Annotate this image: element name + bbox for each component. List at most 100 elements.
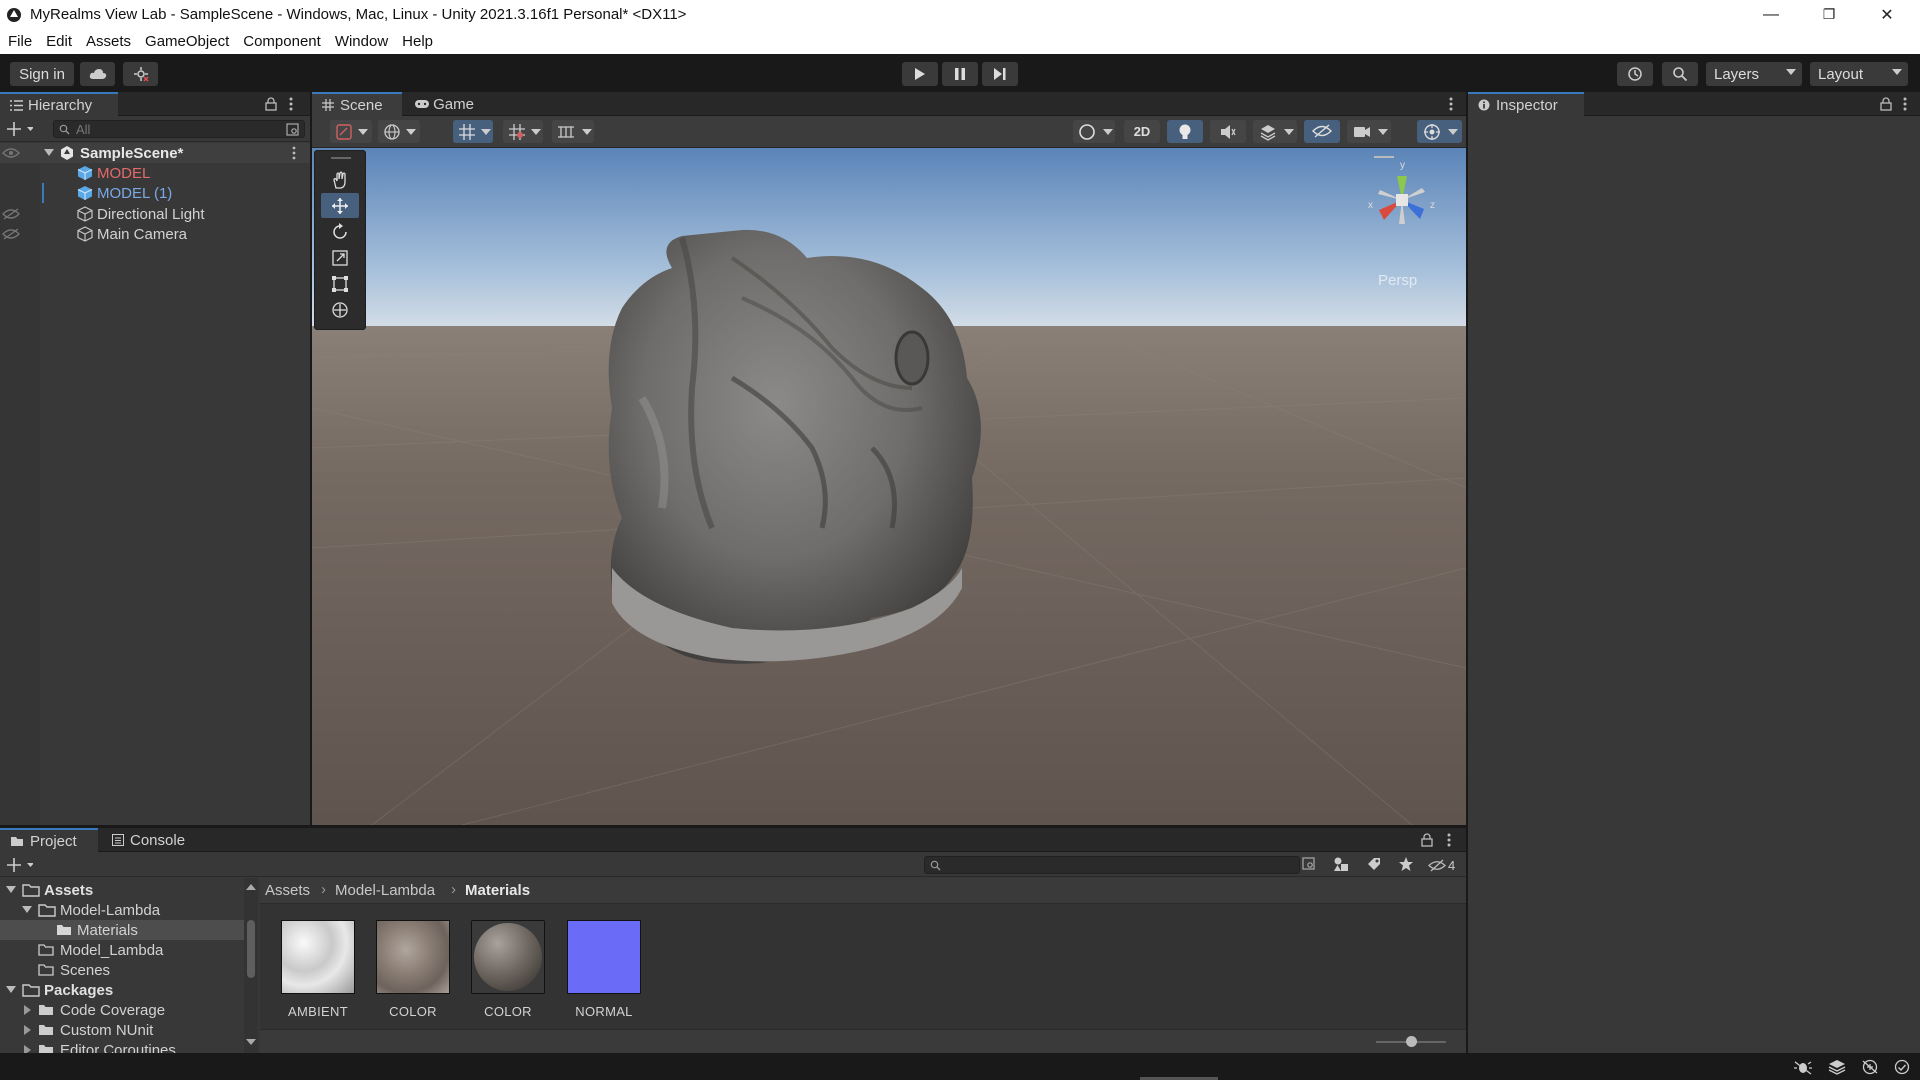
palette-handle[interactable] <box>331 157 351 159</box>
tree-item-assets[interactable]: Assets <box>0 880 248 900</box>
breadcrumb-model-lambda[interactable]: Model-Lambda <box>335 882 435 899</box>
tab-scene[interactable]: Scene <box>312 92 402 116</box>
debug-off-icon[interactable] <box>1794 1059 1812 1075</box>
align-dropdown[interactable] <box>552 120 594 143</box>
play-button[interactable] <box>902 62 938 86</box>
step-button[interactable] <box>982 62 1018 86</box>
layers-dropdown[interactable]: Layers <box>1706 62 1802 86</box>
draw-mode-dropdown[interactable] <box>330 120 372 143</box>
layers-stack-icon[interactable] <box>1828 1059 1846 1075</box>
layout-dropdown[interactable]: Layout <box>1810 62 1908 86</box>
cache-server-icon[interactable] <box>1861 1059 1879 1075</box>
expand-arrow-icon[interactable] <box>6 886 16 893</box>
scroll-up-icon[interactable] <box>246 884 256 890</box>
audio-toggle[interactable] <box>1210 120 1246 143</box>
add-icon[interactable] <box>7 857 33 873</box>
project-search-input[interactable] <box>924 856 1300 874</box>
expand-arrow-icon[interactable] <box>44 149 54 156</box>
menu-file[interactable]: File <box>0 33 38 50</box>
scene-visibility-toggle[interactable] <box>1304 120 1340 143</box>
more-options-icon[interactable] <box>1446 833 1452 847</box>
projection-label[interactable]: Persp <box>1378 272 1417 289</box>
lock-icon[interactable] <box>265 97 277 111</box>
cloud-icon[interactable] <box>80 62 115 86</box>
tab-game[interactable]: Game <box>404 92 484 116</box>
scroll-down-icon[interactable] <box>246 1039 256 1045</box>
gizmo-handle[interactable] <box>1374 156 1394 158</box>
zoom-slider-thumb[interactable] <box>1406 1036 1417 1047</box>
scrollbar-thumb[interactable] <box>247 920 255 978</box>
asset-normal[interactable]: NORMAL <box>566 920 642 1019</box>
asset-color-2[interactable]: COLOR <box>470 920 546 1019</box>
move-tool-icon[interactable] <box>321 193 359 218</box>
grid-snapping-toggle[interactable] <box>453 120 493 143</box>
tab-hierarchy[interactable]: Hierarchy <box>0 92 118 116</box>
label-tag-icon[interactable] <box>1366 856 1382 872</box>
lock-icon[interactable] <box>1421 833 1433 847</box>
scale-tool-icon[interactable] <box>321 245 359 270</box>
sign-in-button[interactable]: Sign in <box>10 62 74 86</box>
favorite-star-icon[interactable] <box>1398 856 1414 872</box>
close-button[interactable]: ✕ <box>1858 0 1916 29</box>
more-options-icon[interactable] <box>288 97 294 111</box>
menu-window[interactable]: Window <box>327 33 394 50</box>
breadcrumb-materials[interactable]: Materials <box>465 882 530 899</box>
more-options-icon[interactable] <box>291 146 297 160</box>
rect-tool-icon[interactable] <box>321 271 359 296</box>
menu-help[interactable]: Help <box>394 33 439 50</box>
tree-item-model-lambda[interactable]: Model-Lambda <box>0 900 248 920</box>
more-options-icon[interactable] <box>1902 97 1908 111</box>
hierarchy-item-model[interactable]: MODEL <box>0 163 310 183</box>
search-filter-icon[interactable] <box>1302 857 1316 871</box>
add-icon[interactable] <box>7 121 33 137</box>
scene-filter-icon[interactable] <box>286 123 300 136</box>
tree-item-model-lambda-asset[interactable]: Model_Lambda <box>0 940 248 960</box>
tree-item-packages[interactable]: Packages <box>0 980 248 1000</box>
tree-item-scenes[interactable]: Scenes <box>0 960 248 980</box>
menu-assets[interactable]: Assets <box>78 33 137 50</box>
2d-toggle[interactable]: 2D <box>1124 120 1160 143</box>
collapse-arrow-icon[interactable] <box>24 1005 31 1015</box>
check-icon[interactable] <box>1894 1059 1910 1075</box>
effects-dropdown[interactable] <box>1253 120 1297 143</box>
pause-button[interactable] <box>942 62 978 86</box>
tree-item-code-coverage[interactable]: Code Coverage <box>0 1000 248 1020</box>
collapse-arrow-icon[interactable] <box>24 1045 31 1053</box>
collapse-arrow-icon[interactable] <box>24 1025 31 1035</box>
history-icon[interactable] <box>1617 62 1653 86</box>
tree-item-materials[interactable]: Materials <box>0 920 248 940</box>
visibility-icon[interactable] <box>2 147 20 159</box>
more-options-icon[interactable] <box>1448 97 1454 111</box>
transform-tool-icon[interactable] <box>321 297 359 322</box>
hierarchy-scene-row[interactable]: SampleScene* <box>0 143 310 163</box>
hidden-eye-icon[interactable] <box>2 228 20 240</box>
asset-ambient[interactable]: AMBIENT <box>280 920 356 1019</box>
scene-viewport[interactable]: y x z Persp <box>312 148 1466 825</box>
tab-inspector[interactable]: Inspector <box>1468 92 1584 116</box>
tab-console[interactable]: Console <box>102 828 202 852</box>
shading-dropdown[interactable] <box>1073 120 1115 143</box>
orientation-gizmo[interactable]: y x z Persp <box>1352 154 1452 289</box>
hidden-packages-toggle[interactable]: 4 <box>1428 855 1462 875</box>
hierarchy-item-directional-light[interactable]: Directional Light <box>0 204 310 224</box>
collab-icon[interactable] <box>123 62 158 86</box>
global-dropdown[interactable] <box>378 120 420 143</box>
tab-project[interactable]: Project <box>0 828 98 852</box>
hidden-eye-icon[interactable] <box>2 208 20 220</box>
hierarchy-search-input[interactable]: All <box>53 120 305 138</box>
lock-icon[interactable] <box>1880 97 1892 111</box>
tree-item-custom-nunit[interactable]: Custom NUnit <box>0 1020 248 1040</box>
menu-edit[interactable]: Edit <box>38 33 78 50</box>
lighting-toggle[interactable] <box>1167 120 1203 143</box>
rotate-tool-icon[interactable] <box>321 219 359 244</box>
minimize-button[interactable]: — <box>1742 0 1800 29</box>
breadcrumb-assets[interactable]: Assets <box>265 882 310 899</box>
menu-component[interactable]: Component <box>235 33 327 50</box>
tree-item-editor-coroutines[interactable]: Editor Coroutines <box>0 1040 248 1053</box>
camera-dropdown[interactable] <box>1347 120 1391 143</box>
asset-color-1[interactable]: COLOR <box>375 920 451 1019</box>
maximize-button[interactable]: ❐ <box>1800 0 1858 29</box>
tree-scrollbar[interactable] <box>244 878 258 1053</box>
hierarchy-item-main-camera[interactable]: Main Camera <box>0 224 310 244</box>
snap-increment-dropdown[interactable] <box>503 120 543 143</box>
